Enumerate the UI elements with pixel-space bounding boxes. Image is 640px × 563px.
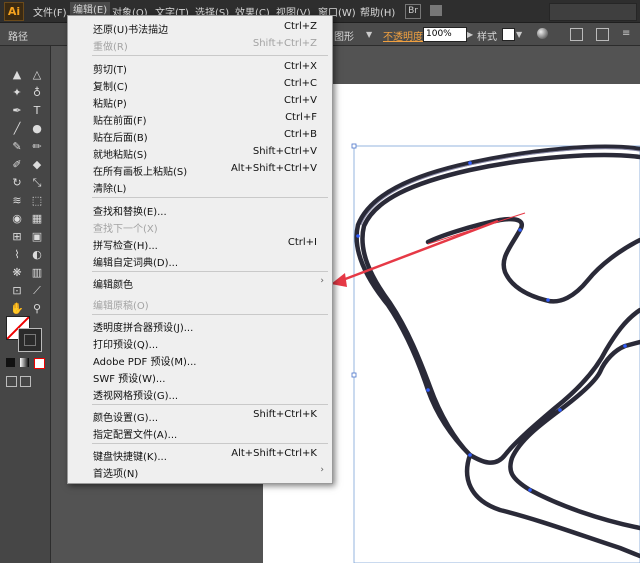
menu-item-perspective-presets[interactable]: 透视网格预设(G)... <box>93 387 178 402</box>
shortcut-paste-in-front: Ctrl+F <box>285 112 317 123</box>
menu-item-keyboard-shortcuts[interactable]: 键盘快捷键(K)... <box>93 448 167 463</box>
menu-item-preferences[interactable]: 首选项(N) <box>93 465 138 480</box>
menu-item-redo[interactable]: 重做(R) <box>93 38 128 53</box>
menu-item-swf-presets[interactable]: SWF 预设(W)... <box>93 370 165 385</box>
shortcut-paste-all-artboards: Alt+Shift+Ctrl+V <box>230 163 317 174</box>
menu-item-color-settings[interactable]: 颜色设置(G)... <box>93 409 158 424</box>
bounding-box-handle <box>351 372 357 378</box>
shortcut-cut: Ctrl+X <box>283 61 317 72</box>
menu-separator <box>92 197 328 198</box>
menu-item-find-replace[interactable]: 查找和替换(E)... <box>93 203 167 218</box>
anchor-point <box>468 161 472 165</box>
annotation-arrowhead <box>331 273 347 287</box>
menu-item-paste[interactable]: 粘贴(P) <box>93 95 127 110</box>
shortcut-redo: Shift+Ctrl+Z <box>252 38 317 49</box>
menu-item-flattener-presets[interactable]: 透明度拼合器预设(J)... <box>93 319 193 334</box>
menu-item-assign-profile[interactable]: 指定配置文件(A)... <box>93 426 177 441</box>
anchor-point <box>528 488 532 492</box>
shortcut-copy: Ctrl+C <box>283 78 317 89</box>
menu-item-paste-in-front[interactable]: 贴在前面(F) <box>93 112 147 127</box>
anchor-point <box>426 388 430 392</box>
calligraphic-stroke-path <box>354 144 640 559</box>
inner-stroke-loop <box>425 216 640 304</box>
menu-separator <box>92 443 328 444</box>
menu-item-edit-original[interactable]: 编辑原稿(O) <box>93 297 149 312</box>
menu-item-find-next[interactable]: 查找下一个(X) <box>93 220 158 235</box>
submenu-arrow-icon: › <box>320 276 324 286</box>
anchor-point <box>518 228 522 232</box>
submenu-arrow-icon: › <box>320 465 324 475</box>
menu-separator <box>92 404 328 405</box>
menu-separator <box>92 55 328 56</box>
menu-item-paste-in-place[interactable]: 就地粘贴(S) <box>93 146 147 161</box>
shortcut-undo: Ctrl+Z <box>283 21 317 32</box>
menu-item-cut[interactable]: 剪切(T) <box>93 61 127 76</box>
menu-item-edit-colors[interactable]: 编辑颜色 <box>93 276 133 291</box>
menu-item-clear[interactable]: 清除(L) <box>93 180 126 195</box>
anchor-point <box>356 234 360 238</box>
menu-item-print-presets[interactable]: 打印预设(Q)... <box>93 336 158 351</box>
selection-bounding-box <box>353 145 640 563</box>
menu-item-paste-all-artboards[interactable]: 在所有画板上粘贴(S) <box>93 163 187 178</box>
menu-item-copy[interactable]: 复制(C) <box>93 78 128 93</box>
shortcut-color-settings: Shift+Ctrl+K <box>253 409 317 420</box>
menu-separator <box>92 314 328 315</box>
bounding-box-handle <box>351 143 357 149</box>
anchor-point <box>623 344 627 348</box>
menu-item-spell-check[interactable]: 拼写检查(H)... <box>93 237 158 252</box>
menu-item-edit-dictionary[interactable]: 编辑自定词典(D)... <box>93 254 178 269</box>
menu-item-undo[interactable]: 还原(U)书法描边 <box>93 21 168 36</box>
shortcut-keyboard-shortcuts: Alt+Shift+Ctrl+K <box>231 448 317 459</box>
shortcut-spell-check: Ctrl+I <box>287 237 317 248</box>
shortcut-paste-in-back: Ctrl+B <box>283 129 317 140</box>
anchor-point <box>546 298 550 302</box>
stroke-inner-highlight <box>360 148 640 226</box>
shortcut-paste: Ctrl+V <box>283 95 317 106</box>
shortcut-paste-in-place: Shift+Ctrl+V <box>252 146 317 157</box>
anchor-point <box>558 408 562 412</box>
menu-item-paste-in-back[interactable]: 贴在后面(B) <box>93 129 148 144</box>
anchor-point <box>468 453 472 457</box>
menu-separator <box>92 271 328 272</box>
edit-menu-dropdown: 还原(U)书法描边 Ctrl+Z 重做(R) Shift+Ctrl+Z 剪切(T… <box>67 15 333 484</box>
menu-item-pdf-presets[interactable]: Adobe PDF 预设(M)... <box>93 353 196 368</box>
